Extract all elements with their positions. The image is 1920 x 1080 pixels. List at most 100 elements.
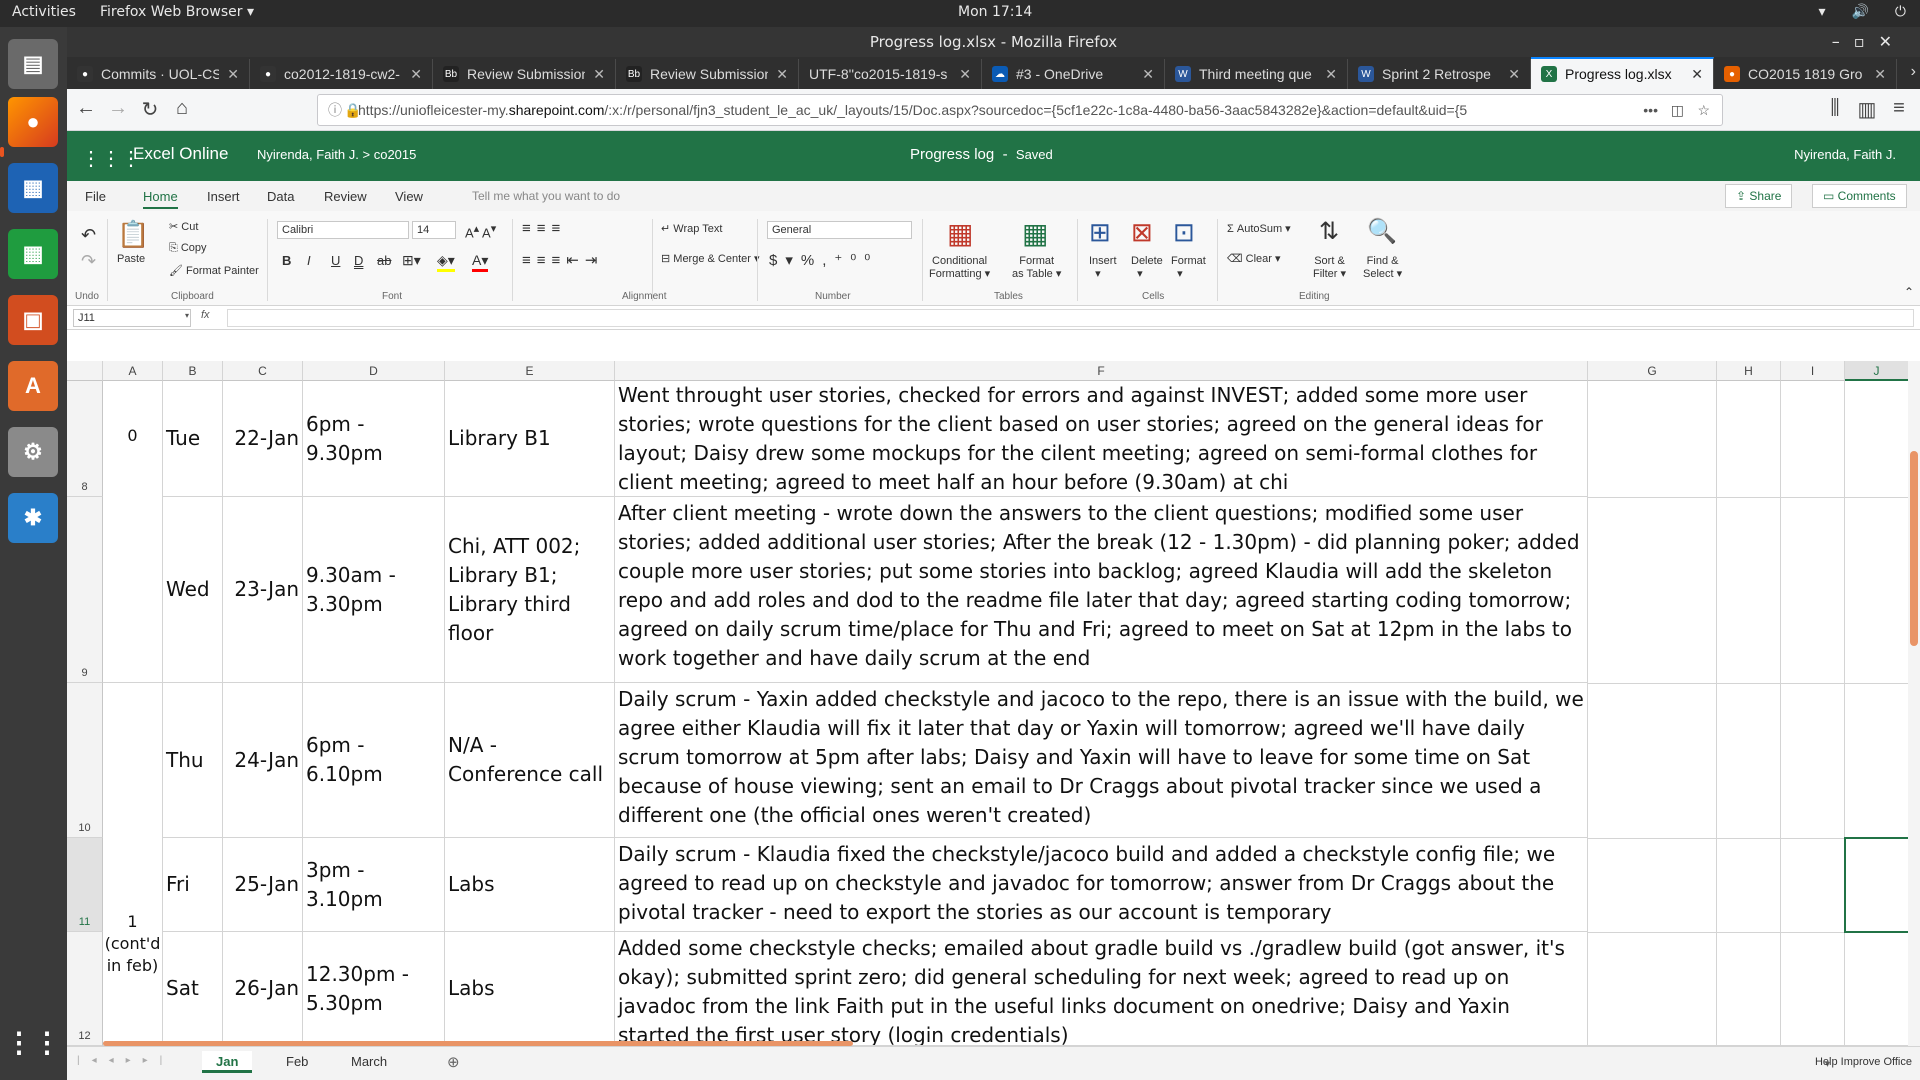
find-select-button[interactable]: Find & Select ▾ xyxy=(1363,255,1402,281)
tell-me-search[interactable]: Tell me what you want to do xyxy=(472,189,620,203)
tab-file[interactable]: File xyxy=(85,189,106,204)
browser-tab[interactable]: W Sprint 2 Retrospe ✕ xyxy=(1348,59,1531,89)
name-box-dropdown-icon[interactable]: ▾ xyxy=(185,311,189,320)
browser-tab[interactable]: W Third meeting que ✕ xyxy=(1165,59,1348,89)
sheet-nav-arrows-icon[interactable]: |◂◂▸▸| xyxy=(77,1055,174,1066)
user-name[interactable]: Nyirenda, Faith J. xyxy=(1794,147,1896,162)
merge-center-button[interactable]: ⊟ Merge & Center ▾ xyxy=(661,252,760,265)
autosum-button[interactable]: Σ AutoSum ▾ xyxy=(1227,222,1291,235)
vertical-scroll-thumb[interactable] xyxy=(1910,451,1918,646)
sheet-tab-jan[interactable]: Jan xyxy=(202,1051,253,1073)
insert-cells-icon[interactable]: ⊞ xyxy=(1089,217,1111,248)
sprint-cell[interactable]: 1 (cont'd in feb) xyxy=(103,683,163,1046)
date-cell[interactable]: 22-Jan xyxy=(223,381,303,497)
sidebar-icon[interactable]: ▥ xyxy=(1854,97,1880,122)
select-all-corner[interactable] xyxy=(67,361,103,381)
close-icon[interactable]: ✕ xyxy=(593,66,605,83)
location-cell[interactable]: Library B1 xyxy=(445,381,615,497)
notes-cell[interactable]: Added some checkstyle checks; emailed ab… xyxy=(615,932,1588,1046)
column-header-d[interactable]: D xyxy=(303,361,445,381)
name-box[interactable]: J11 xyxy=(73,309,191,327)
number-format-icons[interactable]: $▾%,⁺⁰⁰ xyxy=(769,251,878,269)
wrap-text-button[interactable]: ↵ Wrap Text xyxy=(661,222,722,235)
close-icon[interactable]: ✕ xyxy=(776,66,788,83)
paste-button[interactable]: Paste xyxy=(117,253,145,265)
show-apps-icon[interactable]: ⋮⋮ xyxy=(5,1017,61,1067)
date-cell[interactable]: 24-Jan xyxy=(223,683,303,838)
date-cell[interactable]: 26-Jan xyxy=(223,932,303,1046)
paste-icon[interactable]: 📋 xyxy=(117,219,149,250)
sort-filter-icon[interactable]: ⇅ xyxy=(1319,217,1339,246)
home-button[interactable]: ⌂ xyxy=(169,97,195,120)
close-icon[interactable]: ✕ xyxy=(410,66,422,83)
day-cell[interactable]: Tue xyxy=(163,381,223,497)
close-icon[interactable]: ✕ xyxy=(1508,66,1520,83)
sheet-tab-march[interactable]: March xyxy=(337,1051,401,1073)
bold-button[interactable]: B xyxy=(282,253,291,268)
time-cell[interactable]: 3pm - 3.10pm xyxy=(303,838,445,932)
browser-tab[interactable]: ● co2012-1819-cw2- ✕ xyxy=(250,59,433,89)
minimize-icon[interactable]: – xyxy=(1832,32,1854,51)
format-as-table-icon[interactable]: ▦ xyxy=(1022,217,1048,250)
tab-home[interactable]: Home xyxy=(143,189,178,209)
forward-button[interactable]: → xyxy=(105,97,131,120)
browser-tab[interactable]: ● CO2015 1819 Gro ✕ xyxy=(1714,59,1897,89)
collapse-ribbon-icon[interactable]: ⌃ xyxy=(1904,285,1914,299)
font-name-select[interactable]: Calibri xyxy=(277,221,409,239)
row-header[interactable]: 12 xyxy=(67,932,103,1046)
day-cell[interactable]: Fri xyxy=(163,838,223,932)
font-size-select[interactable]: 14 xyxy=(412,221,456,239)
cut-button[interactable]: ✂ Cut xyxy=(169,220,198,233)
format-cells-icon[interactable]: ⊡ xyxy=(1173,217,1195,248)
find-select-icon[interactable]: 🔍 xyxy=(1367,217,1397,246)
borders-icon[interactable]: ⊞▾ xyxy=(402,252,421,269)
undo-icon[interactable]: ↶ xyxy=(81,225,96,246)
format-cells-button[interactable]: Format ▾ xyxy=(1171,255,1206,280)
app-menu[interactable]: Firefox Web Browser ▾ xyxy=(100,4,254,20)
empty-column-cells[interactable] xyxy=(1781,381,1845,1046)
location-cell[interactable]: N/A - Conference call xyxy=(445,683,615,838)
conditional-formatting-button[interactable]: Conditional Formatting ▾ xyxy=(929,255,990,281)
strikethrough-button[interactable]: ab xyxy=(377,253,391,268)
time-cell[interactable]: 9.30am - 3.30pm xyxy=(303,497,445,683)
formula-input[interactable] xyxy=(227,309,1914,327)
number-format-select[interactable]: General xyxy=(767,221,912,239)
horizontal-scroll-thumb[interactable] xyxy=(103,1041,853,1046)
software-center-icon[interactable]: A xyxy=(8,361,58,411)
date-cell[interactable]: 25-Jan xyxy=(223,838,303,932)
column-header-e[interactable]: E xyxy=(445,361,615,381)
browser-tab[interactable]: ● Commits · UOL-CS ✕ xyxy=(67,59,250,89)
column-header-b[interactable]: B xyxy=(163,361,223,381)
column-header-j[interactable]: J xyxy=(1845,361,1909,381)
sprint-cell[interactable]: 0 xyxy=(103,381,163,683)
close-icon[interactable]: ✕ xyxy=(227,66,239,83)
fill-color-icon[interactable]: ◈▾ xyxy=(437,252,455,272)
comments-button[interactable]: ▭ Comments xyxy=(1812,184,1907,208)
clear-button[interactable]: ⌫ Clear ▾ xyxy=(1227,252,1281,265)
close-icon[interactable]: ✕ xyxy=(1691,66,1703,83)
delete-cells-button[interactable]: Delete ▾ xyxy=(1131,255,1163,280)
date-cell[interactable]: 23-Jan xyxy=(223,497,303,683)
browser-tab[interactable]: Bb Review Submission ✕ xyxy=(433,59,616,89)
time-cell[interactable]: 6pm - 6.10pm xyxy=(303,683,445,838)
browser-tab[interactable]: ☁ #3 - OneDrive ✕ xyxy=(982,59,1165,89)
day-cell[interactable]: Wed xyxy=(163,497,223,683)
url-bar[interactable]: ⓘ 🔒 https://uniofleicester-my.sharepoint… xyxy=(317,94,1723,126)
vertical-align-icons[interactable]: ≡≡≡ xyxy=(522,220,566,237)
delete-cells-icon[interactable]: ⊠ xyxy=(1131,217,1153,248)
location-cell[interactable]: Chi, ATT 002; Library B1; Library third … xyxy=(445,497,615,683)
conditional-formatting-icon[interactable]: ▦ xyxy=(947,217,973,250)
copy-button[interactable]: ⎘ Copy xyxy=(169,242,207,255)
function-icon[interactable]: fx xyxy=(201,309,210,321)
vertical-scrollbar[interactable] xyxy=(1908,361,1920,1046)
libreoffice-writer-icon[interactable]: ▦ xyxy=(8,163,58,213)
browser-tab[interactable]: Bb Review Submission ✕ xyxy=(616,59,799,89)
column-header-a[interactable]: A xyxy=(103,361,163,381)
sort-filter-button[interactable]: Sort & Filter ▾ xyxy=(1313,255,1346,281)
redo-icon[interactable]: ↷ xyxy=(81,251,96,272)
notes-cell[interactable]: Daily scrum - Yaxin added checkstyle and… xyxy=(615,683,1588,838)
network-icon[interactable]: ▾ xyxy=(1818,4,1825,20)
location-cell[interactable]: Labs xyxy=(445,838,615,932)
column-header-f[interactable]: F xyxy=(615,361,1588,381)
info-icon[interactable]: ⓘ xyxy=(328,95,342,125)
